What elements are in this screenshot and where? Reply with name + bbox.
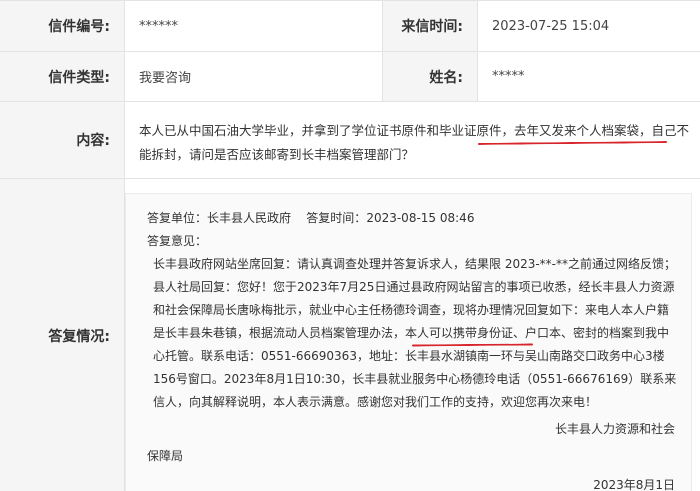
letter-number-label: 信件编号:	[0, 1, 125, 51]
content-label: 内容:	[0, 102, 125, 178]
letter-time-label: 来信时间:	[382, 1, 478, 51]
row-number-time: 信件编号: ****** 来信时间: 2023-07-25 15:04	[0, 1, 700, 52]
letter-number-value: ******	[139, 18, 178, 34]
row-type-name: 信件类型: 我要咨询 姓名: *****	[0, 52, 700, 102]
reply-label: 答复情况:	[0, 179, 125, 491]
reply-signature-line2: 保障局	[147, 449, 184, 463]
name-label: 姓名:	[382, 52, 478, 101]
reply-panel: 答复单位：长丰县人民政府 答复时间：2023-08-15 08:46 答复意见：…	[125, 193, 692, 491]
reply-time-label: 答复时间：	[306, 211, 367, 225]
reply-date: 2023年8月1日	[593, 478, 675, 491]
reply-body: 长丰县政府网站坐席回复：请认真调查处理并答复诉求人，结果限 2023-**-**…	[153, 257, 677, 409]
letter-detail-table: 信件编号: ****** 来信时间: 2023-07-25 15:04 信件类型…	[0, 0, 700, 491]
name-value: *****	[492, 69, 525, 84]
reply-meta: 答复单位：长丰县人民政府 答复时间：2023-08-15 08:46	[147, 207, 677, 230]
reply-time-value: 2023-08-15 08:46	[366, 211, 475, 225]
letter-type-label: 信件类型:	[0, 52, 125, 101]
letter-time-value: 2023-07-25 15:04	[492, 18, 610, 34]
reply-unit-value: 长丰县人民政府	[207, 211, 292, 225]
reply-content: 答复单位：长丰县人民政府 答复时间：2023-08-15 08:46 答复意见：…	[147, 207, 677, 491]
reply-signature-line1: 长丰县人力资源和社会	[554, 422, 675, 436]
reply-unit-label: 答复单位：	[147, 211, 208, 225]
letter-type-value: 我要咨询	[139, 71, 192, 86]
reply-opinion-label: 答复意见：	[147, 234, 208, 248]
